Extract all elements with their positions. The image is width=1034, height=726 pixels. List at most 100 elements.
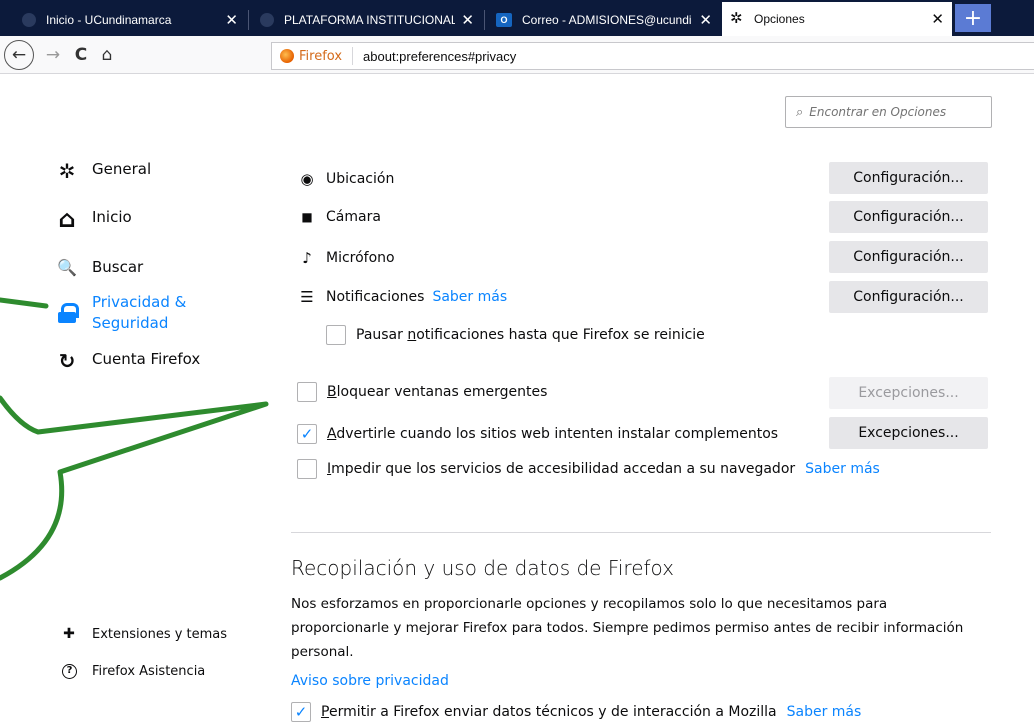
button-label: Excepciones... [858,425,959,441]
extensions-themes-link[interactable]: ✚ Extensiones y temas [60,626,227,642]
microphone-icon: ♪ [302,249,312,267]
outlook-icon: O [496,13,512,27]
button-label: Configuración... [853,249,964,265]
permission-ubicacion: ◉ Ubicación [297,170,394,188]
close-icon[interactable]: ✕ [225,11,238,29]
sidebar-item-inicio[interactable]: ⌂ Inicio [56,205,132,233]
new-tab-button[interactable]: + [955,4,991,32]
addon-exceptions-button[interactable]: Excepciones... [829,417,988,449]
sidebar-item-general[interactable]: ✲ General [56,159,152,183]
search-icon: 🔍 [57,257,77,277]
puzzle-icon: ✚ [63,626,75,642]
gear-icon: ✲ [58,159,76,183]
checkbox-box[interactable] [326,325,346,345]
checkbox-label: Bloquear ventanas emergentes [327,384,548,400]
sidebar-item-label: General [92,160,152,178]
tab-title: Opciones [754,12,805,26]
tab-correo-admisiones[interactable]: O Correo - ADMISIONES@ucundi ✕ [488,4,720,36]
location-settings-button[interactable]: Configuración... [829,162,988,194]
footer-link-label: Extensiones y temas [92,626,228,642]
warn-addons-checkbox[interactable]: ✓ Advertirle cuando los sitios web inten… [297,424,778,444]
sidebar-item-cuenta-firefox[interactable]: ↻ Cuenta Firefox [56,349,201,373]
home-icon: ⌂ [58,205,76,233]
button-label: Excepciones... [858,385,959,401]
permission-label: Micrófono [326,250,395,266]
permission-label: Notificaciones [326,289,425,305]
learn-more-link[interactable]: Saber más [805,461,880,477]
sidebar-item-label: Buscar [92,258,144,276]
tab-opciones[interactable]: ✲ Opciones ✕ [722,2,952,36]
location-icon: ◉ [300,170,314,188]
privacy-notice-link[interactable]: Aviso sobre privacidad [291,673,449,689]
site-identity[interactable]: Firefox [272,47,354,65]
sidebar-item-label-line2: Seguridad [92,314,169,332]
block-accessibility-checkbox[interactable]: Impedir que los servicios de accesibilid… [297,459,880,479]
tab-title: Correo - ADMISIONES@ucundi [522,13,692,27]
button-label: Configuración... [853,170,964,186]
reload-button[interactable]: C [68,42,94,68]
callout-pointer-line [0,297,49,309]
popup-exceptions-button: Excepciones... [829,377,988,409]
check-icon: ✓ [294,703,308,721]
checkbox-box[interactable] [297,382,317,402]
permission-label: Cámara [326,209,381,225]
url-bar[interactable]: Firefox about:preferences#privacy [271,42,1034,70]
search-input[interactable]: ⌕ Encontrar en Opciones [785,96,992,128]
help-icon: ? [62,664,77,679]
url-text[interactable]: about:preferences#privacy [353,49,516,64]
tab-separator [484,10,485,30]
checkbox-box[interactable] [297,459,317,479]
telemetry-checkbox[interactable]: ✓ Permitir a Firefox enviar datos técnic… [291,702,861,722]
tab-title: Inicio - UCundinamarca [46,13,172,27]
callout-bubble-outline [0,395,269,581]
close-icon[interactable]: ✕ [699,11,712,29]
sidebar-item-buscar[interactable]: 🔍 Buscar [56,256,143,278]
sidebar-item-label: Cuenta Firefox [92,350,201,368]
forward-button[interactable]: → [40,42,66,68]
permission-notificaciones: ☰ Notificaciones Saber más [297,288,507,306]
navigation-toolbar: ← → C ⌂ Firefox about:preferences#privac… [0,36,1034,74]
checkbox-label: Advertirle cuando los sitios web intente… [327,426,779,442]
camera-icon: ■ [301,210,313,224]
checkbox-box[interactable]: ✓ [297,424,317,444]
block-popups-checkbox[interactable]: Bloquear ventanas emergentes [297,382,547,402]
microphone-settings-button[interactable]: Configuración... [829,241,988,273]
back-button[interactable]: ← [4,40,34,70]
lock-icon [56,302,79,324]
close-icon[interactable]: ✕ [461,11,474,29]
tab-title: PLATAFORMA INSTITUCIONAL [284,13,456,27]
tab-inicio-ucundinamarca[interactable]: Inicio - UCundinamarca ✕ [14,4,246,36]
globe-icon [260,13,274,27]
firefox-support-link[interactable]: ? Firefox Asistencia [60,664,205,679]
learn-more-link[interactable]: Saber más [432,289,507,305]
sidebar-item-label: Privacidad & Seguridad [92,292,186,334]
notifications-settings-button[interactable]: Configuración... [829,281,988,313]
sidebar-item-label: Inicio [92,208,132,226]
gear-icon: ✲ [730,10,743,27]
sync-icon: ↻ [58,349,76,373]
section-divider [291,532,991,533]
camera-settings-button[interactable]: Configuración... [829,201,988,233]
tab-plataforma-institucional[interactable]: PLATAFORMA INSTITUCIONAL ✕ [252,4,482,36]
checkbox-label: Permitir a Firefox enviar datos técnicos… [321,704,777,720]
pause-notifications-checkbox[interactable]: Pausar notificaciones hasta que Firefox … [326,325,705,345]
search-placeholder: Encontrar en Opciones [809,105,947,119]
footer-link-label: Firefox Asistencia [92,664,206,679]
home-button[interactable]: ⌂ [94,42,120,68]
checkbox-box[interactable]: ✓ [291,702,311,722]
globe-icon [22,13,36,27]
checkbox-label: Impedir que los servicios de accesibilid… [327,461,796,477]
checkbox-label: Pausar notificaciones hasta que Firefox … [356,327,705,343]
close-icon[interactable]: ✕ [931,10,944,28]
learn-more-link[interactable]: Saber más [787,704,862,720]
permission-microfono: ♪ Micrófono [297,249,395,267]
sidebar-item-label-line1: Privacidad & [92,293,187,311]
button-label: Configuración... [853,209,964,225]
tab-separator [248,10,249,30]
sidebar-item-privacidad-seguridad[interactable]: Privacidad & Seguridad [56,292,186,334]
search-icon: ⌕ [796,104,804,120]
data-collection-heading: Recopilación y uso de datos de Firefox [291,556,675,580]
identity-label: Firefox [299,48,343,64]
permission-camara: ■ Cámara [297,209,381,225]
permission-label: Ubicación [326,171,395,187]
